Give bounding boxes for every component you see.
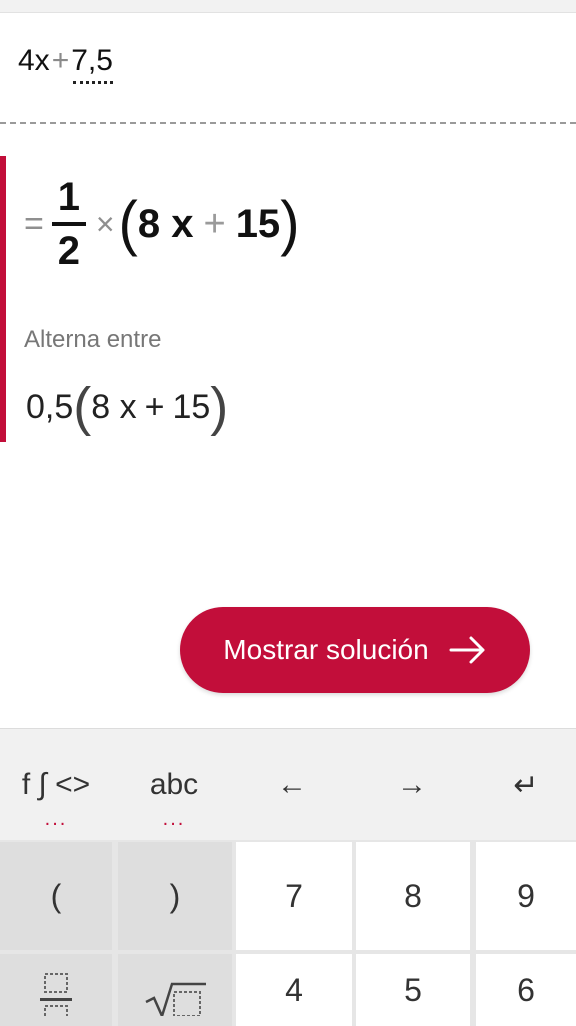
alternate-expression[interactable]: 0,5 ( 8 x + 15 ) [26, 380, 228, 434]
top-strip [0, 0, 576, 13]
tab-functions[interactable]: f ∫ <> ... [0, 729, 112, 841]
fraction-icon [36, 956, 76, 1025]
result-accent-bar [0, 156, 6, 442]
alternate-label: Alterna entre [24, 326, 162, 353]
tab-abc[interactable]: abc ... [118, 729, 230, 841]
enter-icon: ↵ [513, 768, 539, 802]
arrow-right-key-icon: → [397, 768, 427, 801]
show-solution-button[interactable]: Mostrar solución [180, 607, 530, 693]
fraction-bar [51, 222, 86, 226]
key-open-paren[interactable]: ( [0, 842, 112, 950]
cursor-right-button[interactable]: → [356, 729, 468, 841]
key-close-paren[interactable]: ) [118, 842, 232, 950]
cursor-left-button[interactable]: ← [236, 729, 348, 841]
result-expression: = 1 2 × ( 8 x + 15 ) [24, 166, 300, 282]
key-fraction[interactable] [0, 954, 112, 1026]
show-solution-label: Mostrar solución [223, 634, 429, 665]
alternate-close-paren: ) [210, 377, 229, 437]
tab-abc-dots: ... [162, 808, 186, 830]
result-term-b: 15 [235, 201, 281, 246]
open-paren: ( [118, 189, 138, 258]
alternate-term-b: 15 [172, 387, 211, 426]
fraction-denominator: 2 [57, 229, 80, 273]
input-expression[interactable]: 4x + 7,5 [18, 44, 113, 84]
result-plus: + [203, 202, 226, 245]
key-9[interactable]: 9 [476, 842, 576, 950]
key-sqrt[interactable] [118, 954, 232, 1026]
equals-sign: = [24, 204, 44, 243]
input-term-1: 4x [18, 44, 50, 77]
alternate-plus: + [144, 387, 165, 426]
fraction-numerator: 1 [57, 175, 80, 219]
alternate-coef: 0,5 [26, 387, 74, 426]
key-7[interactable]: 7 [236, 842, 352, 950]
keyboard-tab-bar: f ∫ <> ... abc ... ← → ↵ [0, 728, 576, 841]
input-plus: + [51, 44, 70, 77]
close-paren: ) [280, 189, 300, 258]
tab-abc-label: abc [149, 768, 199, 801]
key-4[interactable]: 4 [236, 954, 352, 1026]
alternate-open-paren: ( [73, 377, 92, 437]
tab-functions-label: f ∫ <> [21, 768, 91, 801]
fraction: 1 2 [51, 174, 86, 274]
alternate-term-a: 8 x [91, 387, 137, 426]
square-root-icon [140, 956, 210, 1024]
tab-functions-dots: ... [44, 808, 68, 830]
arrow-right-icon [449, 635, 487, 665]
input-separator [0, 122, 576, 124]
arrow-left-icon: ← [277, 768, 307, 801]
key-6[interactable]: 6 [476, 954, 576, 1026]
result-term-a: 8 x [137, 201, 194, 246]
input-term-2: 7,5 [71, 44, 113, 84]
key-8[interactable]: 8 [356, 842, 470, 950]
times-sign: × [95, 205, 115, 242]
enter-button[interactable]: ↵ [476, 729, 576, 841]
key-5[interactable]: 5 [356, 954, 470, 1026]
